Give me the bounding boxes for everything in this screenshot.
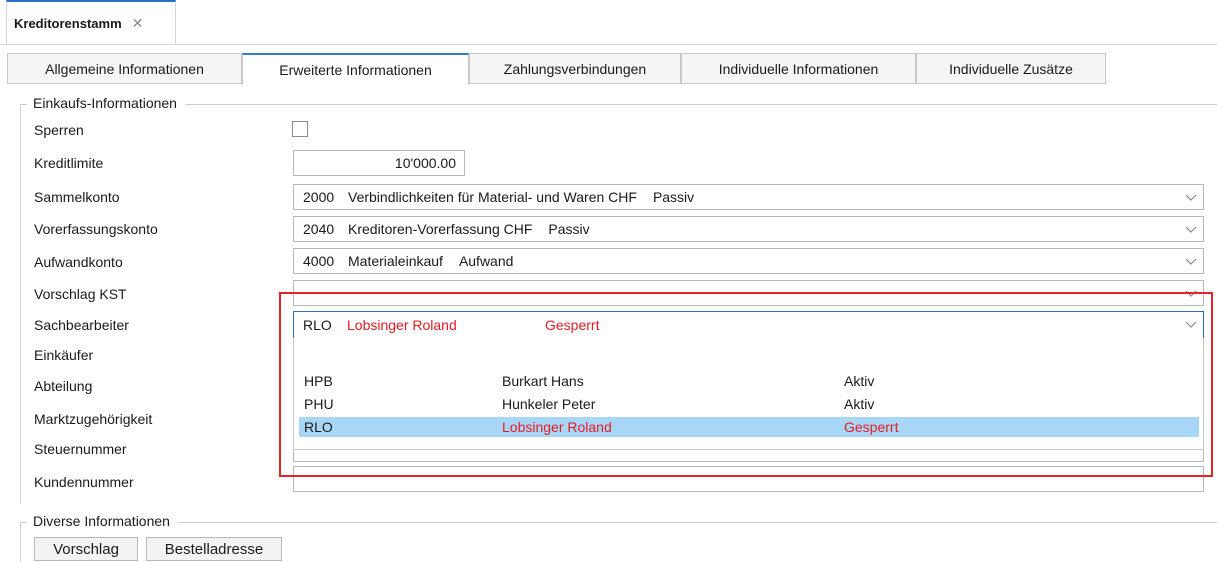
vorerfassungskonto-label: Vorerfassungskonto (34, 221, 158, 237)
document-tab-title: Kreditorenstamm (14, 15, 122, 31)
vorerfassungskonto-type: Passiv (548, 221, 590, 237)
chevron-down-icon[interactable] (1185, 318, 1197, 330)
sammelkonto-type: Passiv (652, 189, 695, 205)
dropdown-option-rlo[interactable]: RLO Lobsinger Roland Gesperrt (299, 417, 1199, 437)
sachbearbeiter-dropdown[interactable]: RLO Lobsinger Roland Gesperrt (293, 311, 1204, 339)
vorschlag-button[interactable]: Vorschlag (34, 537, 138, 561)
sachbearbeiter-name: Lobsinger Roland (347, 317, 457, 333)
option-status: Gesperrt (844, 419, 899, 435)
aufwandkonto-name: Materialeinkauf (348, 253, 443, 269)
option-status: Aktiv (844, 396, 875, 412)
sperren-checkbox[interactable] (292, 121, 308, 137)
kreditlimite-label: Kreditlimite (34, 155, 104, 171)
aufwandkonto-label: Aufwandkonto (34, 254, 123, 270)
vorschlag-kst-label: Vorschlag KST (34, 286, 127, 302)
chevron-down-icon[interactable] (1185, 223, 1197, 235)
marktzugehoerigkeit-label: Marktzugehörigkeit (34, 411, 153, 427)
tab-erweiterte-informationen[interactable]: Erweiterte Informationen (242, 53, 469, 85)
sammelkonto-code: 2000 (303, 189, 335, 205)
kreditlimite-value: 10'000.00 (394, 155, 456, 171)
kundennummer-field[interactable] (293, 466, 1204, 492)
tab-individuelle-informationen[interactable]: Individuelle Informationen (681, 53, 916, 84)
chevron-down-icon[interactable] (1185, 191, 1197, 203)
tab-zahlungsverbindungen[interactable]: Zahlungsverbindungen (469, 53, 681, 84)
chevron-down-icon[interactable] (1185, 255, 1197, 267)
steuernummer-label: Steuernummer (34, 441, 127, 457)
sammelkonto-name: Verbindlichkeiten für Material- und Ware… (348, 189, 637, 205)
option-name: Hunkeler Peter (502, 396, 596, 412)
abteilung-label: Abteilung (34, 378, 93, 394)
sachbearbeiter-label: Sachbearbeiter (34, 317, 129, 333)
einkaeufer-label: Einkäufer (34, 347, 94, 363)
vorerfassungskonto-code: 2040 (303, 221, 335, 237)
diverse-informationen-legend: Diverse Informationen (27, 513, 178, 529)
vorerfassungskonto-dropdown[interactable]: 2040 Kreditoren-Vorerfassung CHF Passiv (293, 216, 1204, 242)
option-name: Lobsinger Roland (502, 419, 612, 435)
close-icon[interactable]: ✕ (132, 15, 144, 32)
option-status: Aktiv (844, 373, 875, 389)
sachbearbeiter-code: RLO (303, 317, 332, 333)
document-tab[interactable]: Kreditorenstamm ✕ (6, 0, 176, 44)
option-code: RLO (304, 419, 333, 435)
aufwandkonto-type: Aufwand (458, 253, 514, 269)
dropdown-option-phu[interactable]: PHU Hunkeler Peter Aktiv (299, 394, 1199, 414)
vorschlag-kst-dropdown[interactable] (293, 280, 1204, 306)
vorerfassungskonto-name: Kreditoren-Vorerfassung CHF (348, 221, 533, 237)
tab-allgemeine-informationen[interactable]: Allgemeine Informationen (7, 53, 242, 84)
aufwandkonto-dropdown[interactable]: 4000 Materialeinkauf Aufwand (293, 248, 1204, 274)
kreditlimite-field[interactable]: 10'000.00 (293, 150, 465, 176)
option-code: HPB (304, 373, 333, 389)
chevron-down-icon[interactable] (1185, 287, 1197, 299)
kundennummer-label: Kundennummer (34, 474, 134, 490)
bestelladresse-button[interactable]: Bestelladresse (146, 537, 282, 561)
sperren-label: Sperren (34, 122, 84, 138)
option-name: Burkart Hans (502, 373, 584, 389)
sammelkonto-label: Sammelkonto (34, 189, 120, 205)
einkaufs-informationen-legend: Einkaufs-Informationen (27, 95, 185, 111)
option-code: PHU (304, 396, 334, 412)
sachbearbeiter-status: Gesperrt (545, 317, 600, 333)
document-tab-divider (0, 44, 1217, 45)
dropdown-option-hpb[interactable]: HPB Burkart Hans Aktiv (299, 371, 1199, 391)
aufwandkonto-code: 4000 (303, 253, 335, 269)
tab-individuelle-zusaetze[interactable]: Individuelle Zusätze (916, 53, 1106, 84)
sammelkonto-dropdown[interactable]: 2000 Verbindlichkeiten für Material- und… (293, 184, 1204, 210)
sachbearbeiter-dropdown-list: HPB Burkart Hans Aktiv PHU Hunkeler Pete… (293, 338, 1204, 450)
